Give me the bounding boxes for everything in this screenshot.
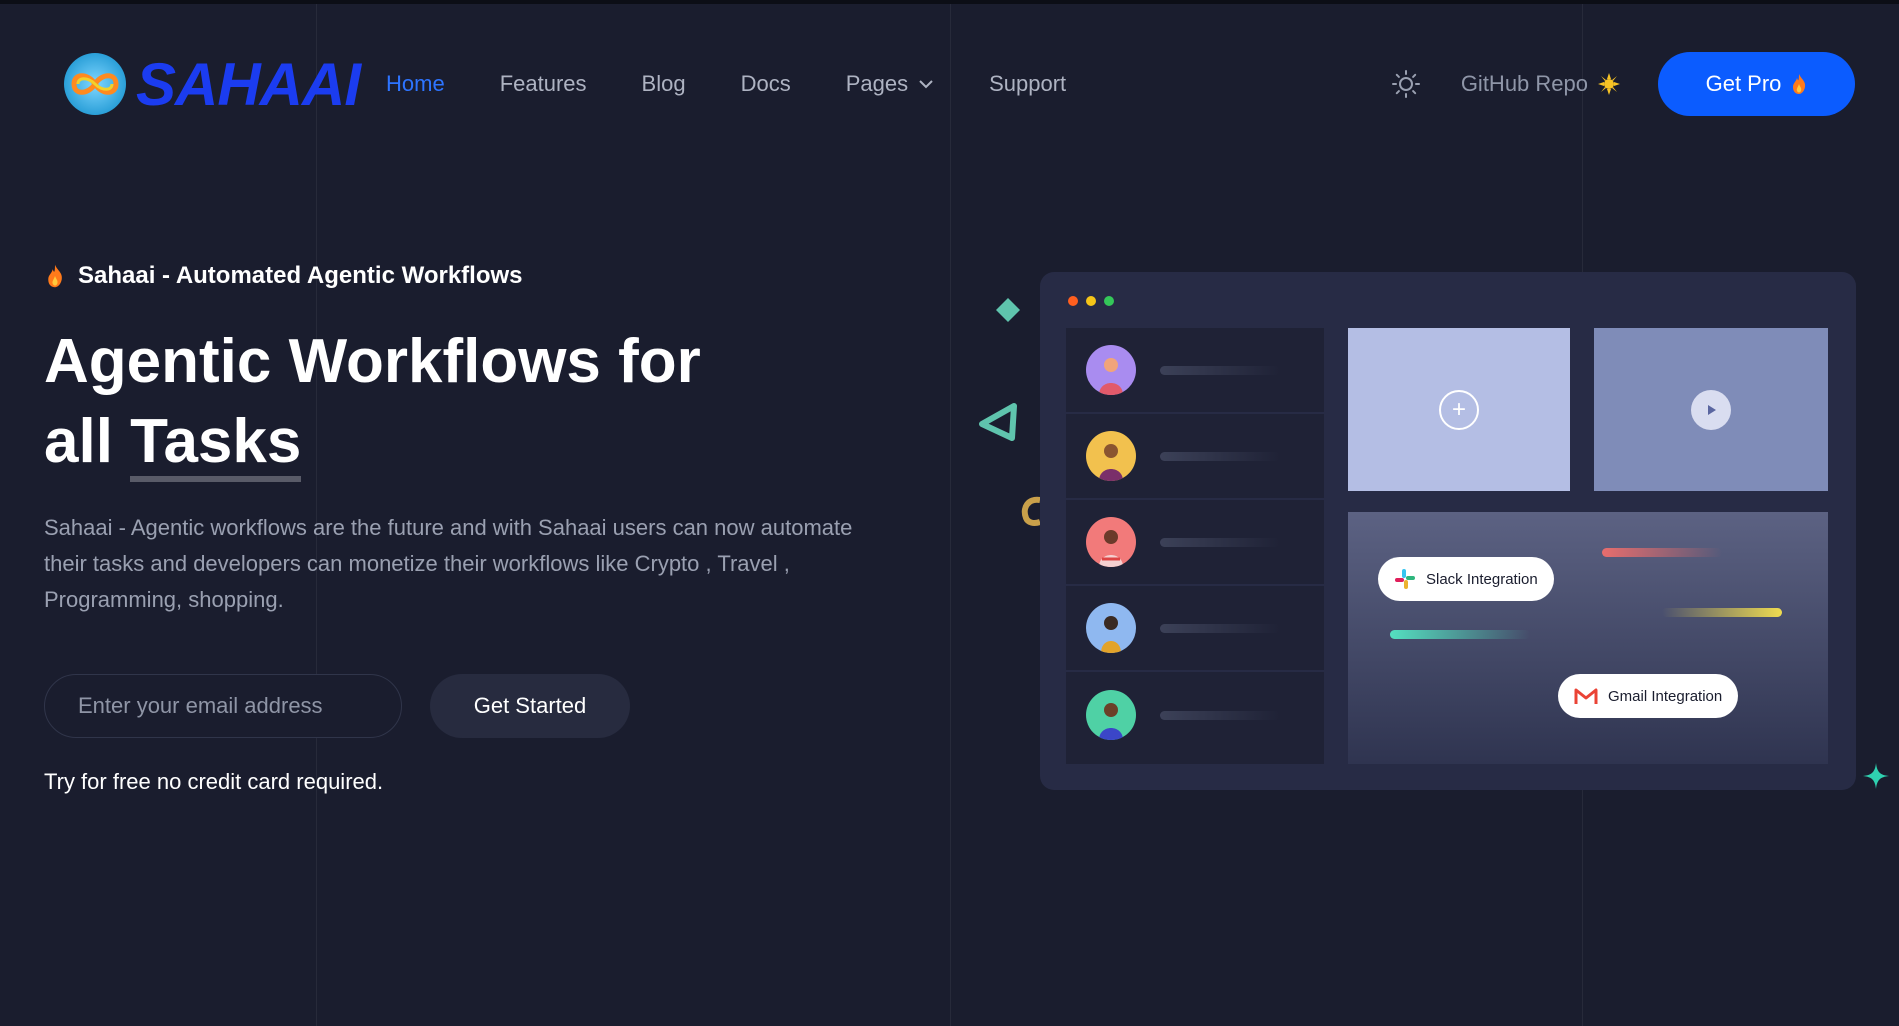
progress-line-red [1602,548,1722,557]
github-repo-label: GitHub Repo [1460,71,1588,96]
sparkle-teal-icon [1863,763,1889,789]
avatar [1086,690,1136,740]
get-started-button[interactable]: Get Started [430,674,630,738]
list-item [1066,672,1324,758]
email-input[interactable] [44,674,402,738]
list-item [1066,586,1324,672]
nav-item-blog[interactable]: Blog [642,71,686,97]
gmail-integration-badge[interactable]: Gmail Integration [1558,674,1739,718]
window-dot-red [1068,296,1078,306]
placeholder-bar [1160,365,1280,375]
window-dot-green [1104,296,1114,306]
fire-icon [48,264,62,288]
hero-title-highlight: Tasks [130,407,302,482]
brand-logo[interactable]: SAHAAI [60,50,361,119]
get-pro-label: Get Pro [1705,71,1782,96]
nav-item-pages-label: Pages [845,71,909,96]
hero-eyebrow: Sahaai - Automated Agentic Workflows [46,262,523,290]
list-item [1066,328,1324,414]
avatar [1086,345,1136,395]
window-controls [1068,296,1114,306]
progress-line-yellow [1662,608,1782,617]
placeholder-bar [1160,537,1280,547]
hero-eyebrow-text: Sahaai - Automated Agentic Workflows [78,262,523,289]
fire-icon [1793,74,1806,94]
hero-description: Sahaai - Agentic workflows are the futur… [44,515,853,612]
plus-icon[interactable]: + [1439,389,1479,430]
integrations-panel: Slack Integration Gmail Integration [1348,512,1828,764]
brand-name: SAHAAI [136,50,361,118]
nav-item-docs[interactable]: Docs [741,71,791,97]
video-panel [1594,328,1828,491]
avatar [1086,603,1136,653]
gmail-integration-label: Gmail Integration [1608,687,1723,705]
progress-line-teal [1390,630,1530,639]
nav-item-support[interactable]: Support [989,71,1066,97]
avatar [1086,517,1136,567]
window-dot-yellow [1086,296,1096,306]
main-nav: Home Features Blog Docs Pages Support [386,71,1121,97]
nav-item-home[interactable]: Home [386,71,445,97]
add-panel: + [1348,328,1570,491]
list-item [1066,414,1324,500]
free-trial-note: Try for free no credit card required. [44,769,384,794]
grid-line [950,4,951,1026]
app-mockup: + Slack Integration Gmail Integration [1040,272,1856,790]
slack-icon [1395,569,1415,589]
site-header: SAHAAI Home Features Blog Docs Pages Sup… [60,49,1855,119]
user-list [1066,328,1324,764]
placeholder-bar [1160,623,1280,633]
nav-item-features[interactable]: Features [500,71,587,97]
slack-integration-badge[interactable]: Slack Integration [1378,557,1554,601]
get-pro-button[interactable]: Get Pro [1658,52,1855,116]
avatar [1086,431,1136,481]
hero-title-line2-prefix: all [44,407,131,476]
gmail-icon [1574,688,1598,704]
ring-shape-icon [1021,496,1041,526]
header-actions: GitHub Repo Get Pro [1391,52,1855,116]
hero-title: Agentic Workflows for all Tasks [44,322,804,482]
triangle-shape-icon [979,403,1017,441]
placeholder-bar [1160,451,1280,461]
sun-icon[interactable] [1391,69,1421,99]
placeholder-bar [1160,710,1280,720]
list-item [1066,500,1324,586]
play-icon[interactable] [1691,389,1731,430]
hero-title-line1: Agentic Workflows for [44,327,701,396]
github-repo-link[interactable]: GitHub Repo [1461,71,1620,97]
nav-item-pages[interactable]: Pages [846,71,934,97]
chevron-down-icon [919,80,933,89]
infinity-logo-icon [64,53,126,115]
slack-integration-label: Slack Integration [1426,570,1538,588]
diamond-shape-icon [996,298,1020,322]
sparkle-sun-icon [1598,73,1620,95]
